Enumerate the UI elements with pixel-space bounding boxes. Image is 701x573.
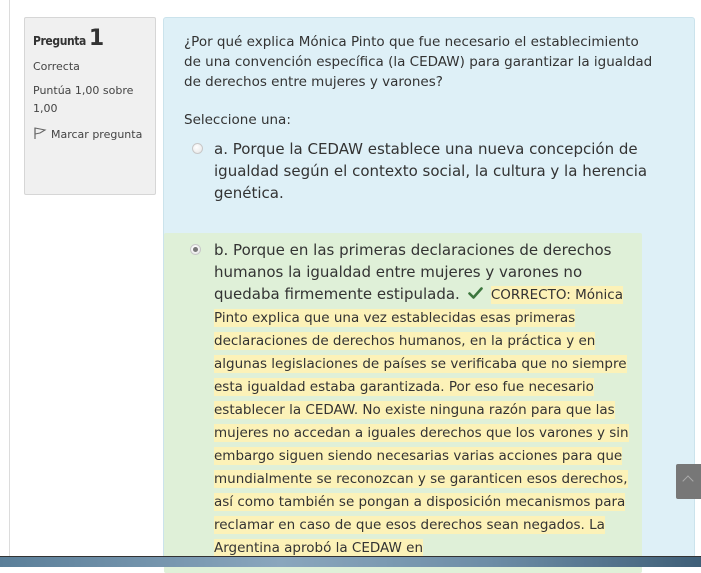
check-icon xyxy=(468,287,483,299)
flag-question-label: Marcar pregunta xyxy=(51,128,143,141)
question-heading: Pregunta 1 xyxy=(33,26,147,51)
answer-b-radio[interactable] xyxy=(190,244,201,255)
answer-feedback: CORRECTO: Mónica Pinto explica que una v… xyxy=(214,286,629,557)
question-formulation: ¿Por qué explica Mónica Pinto que fue ne… xyxy=(163,17,695,573)
question-number: 1 xyxy=(88,26,104,51)
answer-a-label: a. Porque la CEDAW establece una nueva c… xyxy=(214,140,648,202)
chevron-up-icon xyxy=(682,475,694,487)
answer-prompt: Seleccione una: xyxy=(184,112,291,128)
answer-option-b[interactable]: b. Porque en las primeras declaraciones … xyxy=(164,233,642,573)
page-left-border xyxy=(9,0,10,556)
question-info-panel: Pregunta 1 Correcta Puntúa 1,00 sobre 1,… xyxy=(24,17,156,195)
answer-a-radio[interactable] xyxy=(192,143,203,154)
bottom-taskbar-strip xyxy=(0,556,701,567)
question-grade: Puntúa 1,00 sobre 1,00 xyxy=(33,84,134,115)
answer-option-a[interactable]: a. Porque la CEDAW establece una nueva c… xyxy=(184,138,654,204)
question-state: Correcta xyxy=(33,60,80,73)
question-text: ¿Por qué explica Mónica Pinto que fue ne… xyxy=(184,34,653,90)
flag-question-link[interactable]: Marcar pregunta xyxy=(33,126,147,144)
scroll-to-top-button[interactable] xyxy=(676,464,701,499)
question-label: Pregunta xyxy=(33,34,86,48)
flag-icon xyxy=(34,127,47,139)
